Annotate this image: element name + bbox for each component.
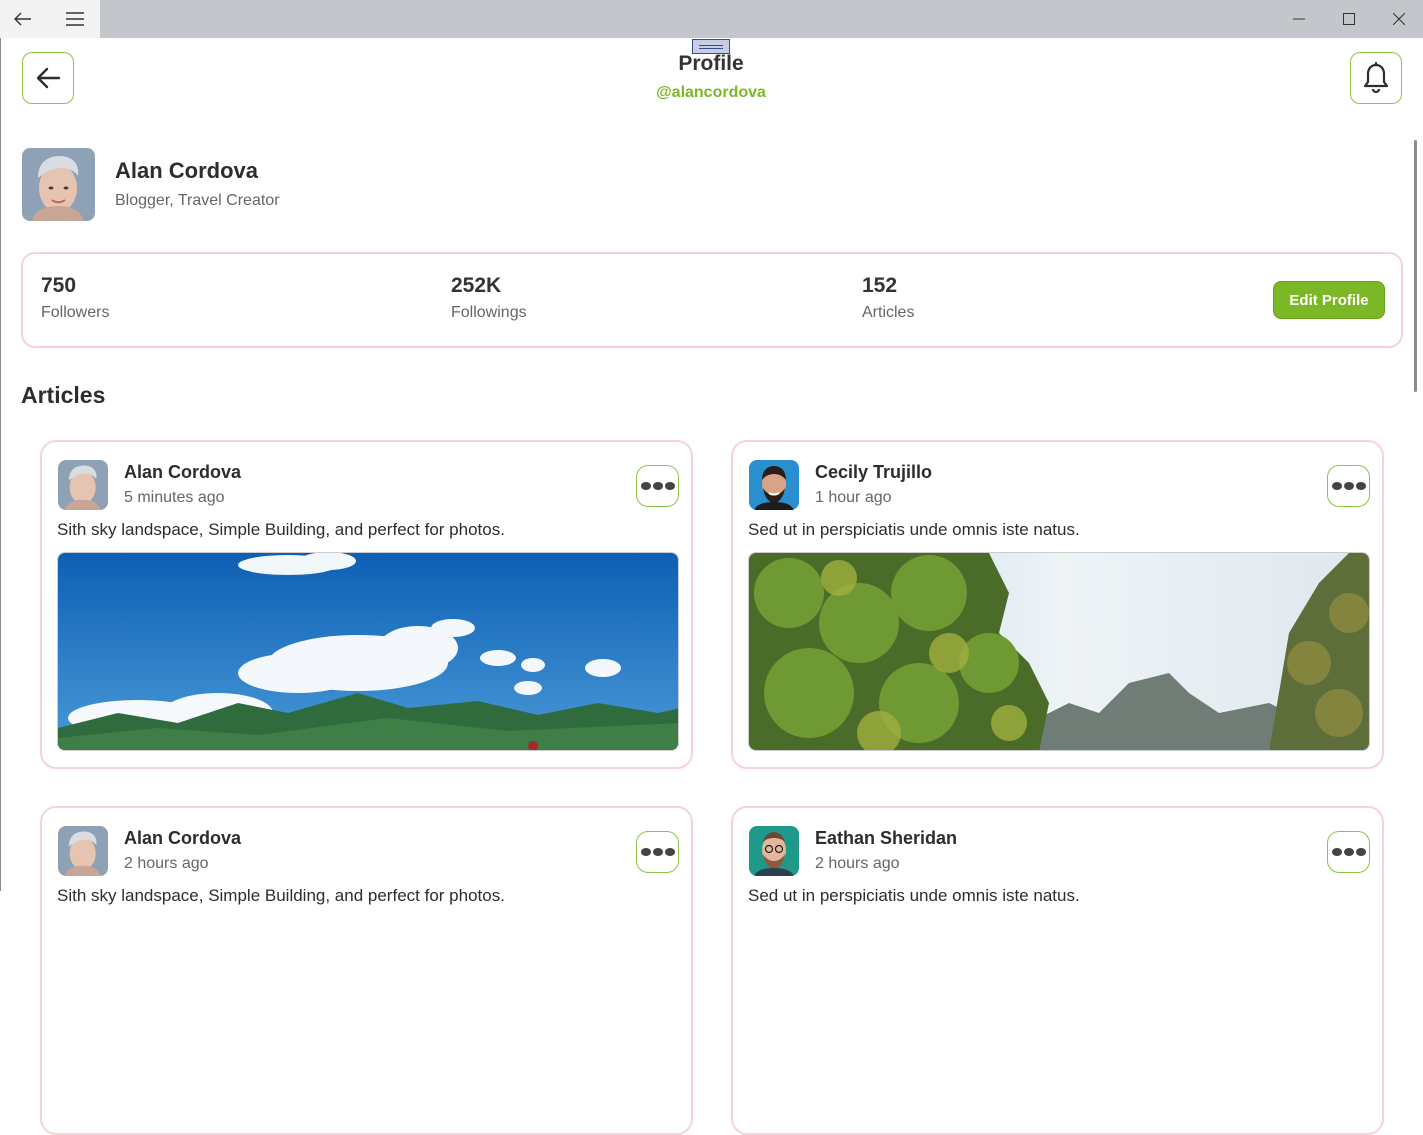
close-icon bbox=[1393, 13, 1405, 25]
dot-icon bbox=[664, 482, 675, 490]
page-title: Profile bbox=[678, 52, 744, 75]
post-time: 2 hours ago bbox=[124, 855, 209, 872]
stat-value: 152 bbox=[862, 274, 898, 297]
bell-icon bbox=[1363, 62, 1389, 94]
stat-label: Followings bbox=[451, 304, 527, 321]
profile-role: Blogger, Travel Creator bbox=[115, 192, 280, 209]
arrow-left-icon bbox=[36, 67, 61, 89]
minimize-icon bbox=[1293, 18, 1305, 20]
dot-icon bbox=[652, 848, 663, 856]
window-menu-button[interactable] bbox=[52, 0, 98, 38]
author-name[interactable]: Alan Cordova bbox=[124, 828, 241, 849]
stat-label: Followers bbox=[41, 304, 110, 321]
author-avatar[interactable] bbox=[749, 460, 799, 510]
dot-icon bbox=[1343, 848, 1354, 856]
window-border bbox=[0, 38, 1, 891]
author-avatar[interactable] bbox=[58, 826, 108, 876]
dot-icon bbox=[1331, 482, 1342, 490]
dot-icon bbox=[1343, 482, 1354, 490]
back-button[interactable] bbox=[22, 52, 74, 104]
article-card[interactable]: Eathan Sheridan 2 hours ago Sed ut in pe… bbox=[731, 806, 1384, 1135]
stat-followers[interactable]: 750 Followers bbox=[41, 274, 109, 322]
arrow-left-icon bbox=[14, 12, 31, 26]
article-photo-sky-mountains[interactable] bbox=[57, 552, 679, 751]
dot-icon bbox=[664, 848, 675, 856]
article-text: Sed ut in perspiciatis unde omnis iste n… bbox=[748, 520, 1080, 539]
profile-handle: @alancordova bbox=[656, 84, 766, 101]
more-options-button[interactable] bbox=[636, 831, 679, 873]
window-back-button[interactable] bbox=[0, 0, 46, 38]
author-avatar[interactable] bbox=[749, 826, 799, 876]
dot-icon bbox=[652, 482, 663, 490]
maximize-button[interactable] bbox=[1326, 0, 1372, 38]
post-time: 1 hour ago bbox=[815, 489, 892, 506]
author-name[interactable]: Cecily Trujillo bbox=[815, 462, 932, 483]
article-text: Sed ut in perspiciatis unde omnis iste n… bbox=[748, 886, 1080, 905]
more-options-button[interactable] bbox=[1327, 465, 1370, 507]
maximize-icon bbox=[1343, 13, 1355, 25]
author-avatar[interactable] bbox=[58, 460, 108, 510]
notifications-button[interactable] bbox=[1350, 52, 1402, 104]
post-time: 5 minutes ago bbox=[124, 489, 225, 506]
article-card[interactable]: Alan Cordova 5 minutes ago Sith sky land… bbox=[40, 440, 693, 769]
stat-articles[interactable]: 152 Articles bbox=[862, 274, 914, 322]
article-card[interactable]: Alan Cordova 2 hours ago Sith sky landsp… bbox=[40, 806, 693, 1135]
edit-profile-button[interactable]: Edit Profile bbox=[1273, 281, 1385, 319]
profile-avatar bbox=[22, 148, 95, 221]
stat-value: 252K bbox=[451, 274, 502, 297]
article-photo-jungle-cliffs[interactable] bbox=[748, 552, 1370, 751]
author-name[interactable]: Alan Cordova bbox=[124, 462, 241, 483]
post-time: 2 hours ago bbox=[815, 855, 900, 872]
dot-icon bbox=[640, 848, 651, 856]
article-card[interactable]: Cecily Trujillo 1 hour ago Sed ut in per… bbox=[731, 440, 1384, 769]
more-options-button[interactable] bbox=[1327, 831, 1370, 873]
minimize-button[interactable] bbox=[1276, 0, 1322, 38]
more-options-button[interactable] bbox=[636, 465, 679, 507]
title-bar bbox=[0, 0, 1423, 38]
dot-icon bbox=[640, 482, 651, 490]
profile-stats: 750 Followers 252K Followings 152 Articl… bbox=[21, 252, 1403, 348]
dot-icon bbox=[1355, 482, 1366, 490]
vertical-scrollbar[interactable] bbox=[1414, 140, 1417, 392]
stat-label: Articles bbox=[862, 304, 915, 321]
stat-followings[interactable]: 252K Followings bbox=[451, 274, 527, 322]
dot-icon bbox=[1355, 848, 1366, 856]
articles-heading: Articles bbox=[21, 382, 106, 408]
close-button[interactable] bbox=[1376, 0, 1422, 38]
hamburger-icon bbox=[66, 12, 84, 26]
author-name[interactable]: Eathan Sheridan bbox=[815, 828, 957, 849]
stat-value: 750 bbox=[41, 274, 77, 297]
article-text: Sith sky landspace, Simple Building, and… bbox=[57, 886, 505, 905]
article-text: Sith sky landspace, Simple Building, and… bbox=[57, 520, 505, 539]
profile-name: Alan Cordova bbox=[115, 158, 259, 183]
dot-icon bbox=[1331, 848, 1342, 856]
